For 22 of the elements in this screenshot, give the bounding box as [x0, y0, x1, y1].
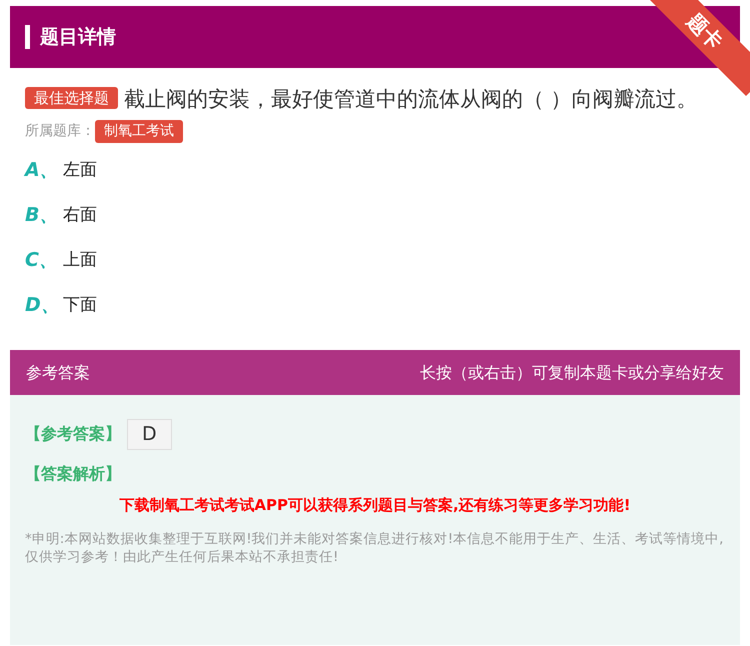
bank-tag[interactable]: 制氧工考试 — [95, 120, 183, 143]
option-letter: B、 — [25, 203, 60, 228]
option-letter: D、 — [25, 293, 61, 318]
question-type-badge: 最佳选择题 — [25, 87, 118, 109]
corner-label: 题卡 — [681, 7, 729, 56]
analysis-label: 【答案解析】 — [25, 462, 122, 484]
option-letter: A、 — [25, 158, 60, 184]
option-text: 右面 — [63, 204, 97, 227]
question-sentence: 截止阀的安装，最好使管道中的流体从阀的（ ）向阀瓣流过。 — [124, 87, 698, 111]
answer-bar-title: 参考答案 — [26, 362, 90, 384]
header-title: 题目详情 — [40, 24, 116, 50]
option-text: 下面 — [63, 294, 97, 317]
option-text: 左面 — [63, 158, 97, 182]
disclaimer-text: *申明:本网站数据收集整理于互联网!我们并未能对答案信息进行核对!本信息不能用于生产、生活、考试等情境中,仅供学习参考！由此产生任何后果本站不承担责任! — [25, 530, 724, 566]
option-letter: C、 — [25, 248, 59, 274]
copy-hint: 长按（或右击）可复制本题卡或分享给好友 — [420, 362, 724, 384]
bank-label: 所属题库： — [25, 122, 95, 141]
answer-label: 【参考答案】 — [25, 423, 121, 446]
accent-bar — [25, 25, 30, 49]
promo-text: 下载制氧工考试考试APP可以获得系列题目与答案,还有练习等更多学习功能! — [118, 494, 632, 516]
answer-value: D — [127, 419, 172, 450]
option-text: 上面 — [63, 248, 97, 272]
